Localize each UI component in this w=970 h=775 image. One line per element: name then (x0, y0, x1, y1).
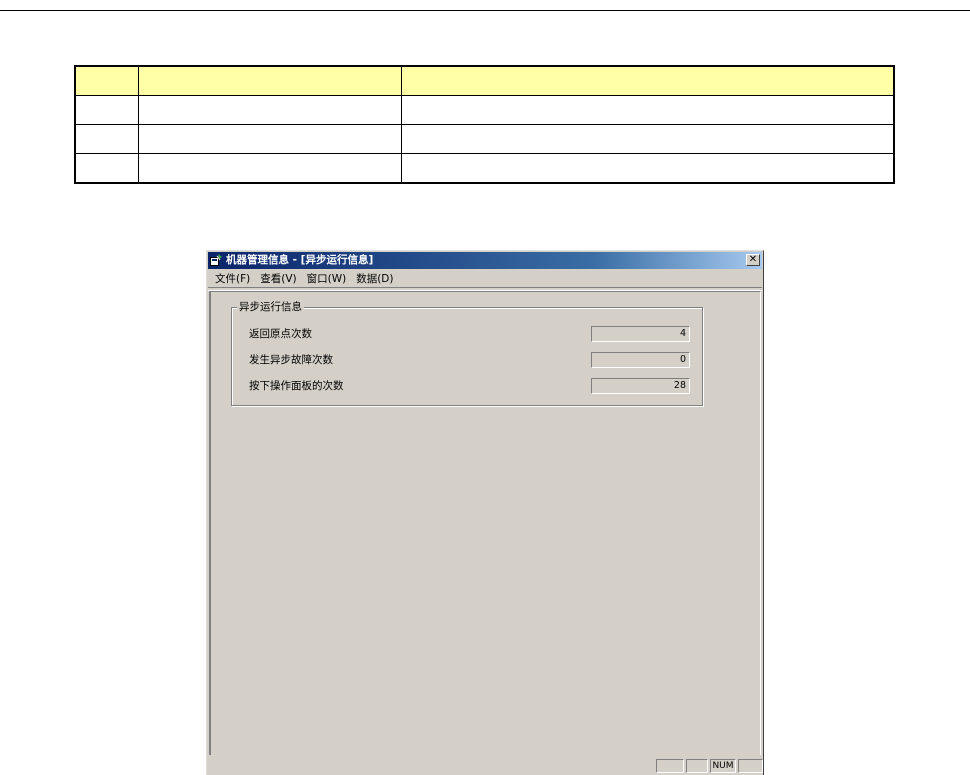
field-row-async-fault: 发生异步故障次数 0 (232, 352, 702, 370)
async-fault-count-label: 发生异步故障次数 (249, 354, 333, 366)
status-pane-num: NUM (710, 759, 736, 773)
panel-press-count-label: 按下操作面板的次数 (249, 380, 344, 392)
field-row-return-origin: 返回原点次数 4 (232, 326, 702, 344)
table-row (74, 124, 895, 154)
field-row-panel-press: 按下操作面板的次数 28 (232, 378, 702, 396)
async-info-groupbox: 异步运行信息 返回原点次数 4 发生异步故障次数 0 按下操作面板的次数 28 (231, 300, 703, 406)
table-row (74, 153, 895, 184)
panel-press-count-value: 28 (591, 378, 690, 394)
app-icon[interactable] (210, 254, 223, 266)
menu-window[interactable]: 窗口(W) (302, 272, 352, 286)
groupbox-title: 异步运行信息 (237, 300, 304, 314)
status-bar: NUM (208, 756, 763, 775)
table-header-row (74, 65, 895, 96)
app-window: 机器管理信息 - [异步运行信息] ✕ 文件(F) 查看(V) 窗口(W) 数据… (206, 250, 764, 775)
document-table (74, 65, 895, 184)
status-pane-1 (656, 759, 684, 773)
window-title: 机器管理信息 - [异步运行信息] (226, 254, 374, 266)
menu-data[interactable]: 数据(D) (351, 272, 398, 286)
return-origin-count-label: 返回原点次数 (249, 328, 312, 340)
status-pane-4 (738, 759, 763, 773)
top-rule (0, 10, 970, 11)
mdi-client-area: 异步运行信息 返回原点次数 4 发生异步故障次数 0 按下操作面板的次数 28 (209, 291, 761, 755)
menu-file[interactable]: 文件(F) (210, 272, 255, 286)
menu-view[interactable]: 查看(V) (255, 272, 301, 286)
menu-bar: 文件(F) 查看(V) 窗口(W) 数据(D) (210, 270, 760, 287)
return-origin-count-value: 4 (591, 326, 690, 342)
async-fault-count-value: 0 (591, 352, 690, 368)
close-icon[interactable]: ✕ (746, 254, 760, 266)
status-pane-2 (686, 759, 708, 773)
table-row (74, 95, 895, 125)
title-bar[interactable]: 机器管理信息 - [异步运行信息] ✕ (208, 252, 762, 269)
